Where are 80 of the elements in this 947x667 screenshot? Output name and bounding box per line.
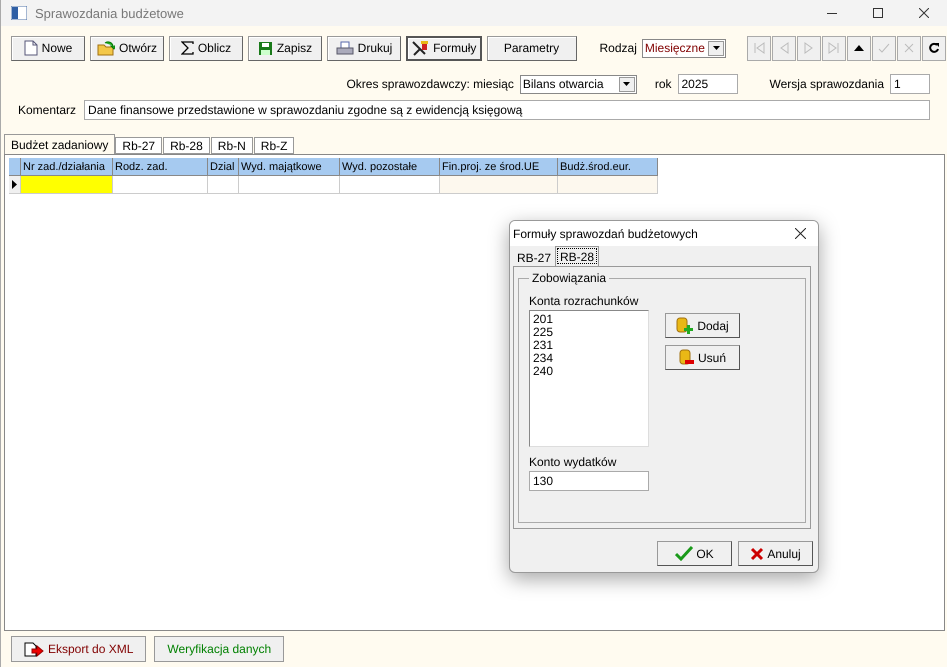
list-item[interactable]: 240: [533, 365, 645, 378]
app-icon: [11, 6, 27, 20]
column-header[interactable]: Budż.środ.eur.: [558, 158, 658, 176]
field-label: rok: [654, 77, 672, 91]
minimize-icon: [827, 12, 837, 14]
tools-icon: [411, 40, 430, 56]
period-dropdown[interactable]: Bilans otwarcia: [520, 74, 637, 94]
database-minus-icon: [678, 349, 695, 366]
document-icon: [24, 40, 38, 56]
footer-button[interactable]: Weryfikacja danych: [154, 636, 284, 662]
column-header[interactable]: Wyd. majątkowe: [239, 158, 340, 176]
field-label: Komentarz: [18, 103, 76, 117]
toolbar-button[interactable]: Parametry: [486, 36, 576, 60]
list-item[interactable]: 225: [533, 326, 645, 339]
expense-account-field[interactable]: 130: [529, 471, 649, 491]
close-icon: [794, 228, 806, 239]
tab[interactable]: RB-28: [555, 246, 600, 266]
checkmark-icon: [878, 42, 890, 54]
list-item[interactable]: 231: [533, 339, 645, 352]
list-item[interactable]: 234: [533, 352, 645, 365]
table-cell[interactable]: [113, 176, 208, 194]
maximize-icon: [873, 8, 883, 18]
footer-button[interactable]: Eksport do XML: [11, 636, 146, 662]
column-header[interactable]: Wyd. pozostałe: [340, 158, 440, 176]
tab[interactable]: Rb-Z: [254, 137, 294, 154]
last-record-icon: [828, 42, 840, 54]
next-record-icon: [803, 42, 815, 54]
column-header[interactable]: Dzial: [208, 158, 239, 176]
sigma-icon: [180, 41, 194, 55]
field-label: Okres sprawozdawczy: miesiąc: [346, 77, 514, 91]
toolbar-button[interactable]: Drukuj: [327, 36, 401, 60]
previous-record-icon: [778, 42, 790, 54]
printer-icon: [336, 40, 354, 56]
table-cell[interactable]: [440, 176, 558, 194]
list-item[interactable]: 201: [533, 313, 645, 326]
version-field[interactable]: 1: [890, 74, 930, 94]
field-label: Konto wydatków: [529, 455, 618, 469]
cross-icon: [903, 42, 915, 54]
table-cell[interactable]: [21, 176, 113, 194]
tab[interactable]: Rb-27: [115, 137, 162, 154]
tab[interactable]: Rb-N: [210, 137, 253, 154]
toolbar-button[interactable]: Otwórz: [90, 36, 164, 60]
row-indicator: [9, 176, 21, 194]
checkmark-icon: [675, 546, 694, 561]
comment-field[interactable]: Dane finansowe przedstawione w sprawozdaniu zgodne są z ewidencją księgową: [84, 100, 930, 120]
table-cell[interactable]: [558, 176, 658, 194]
first-record-icon: [753, 42, 765, 54]
field-label: Wersja sprawozdania: [770, 77, 884, 91]
table-cell[interactable]: [239, 176, 340, 194]
database-plus-icon: [676, 317, 694, 334]
field-label: Rodzaj: [600, 41, 637, 55]
ok-button[interactable]: OK: [657, 541, 732, 566]
column-header[interactable]: Rodz. zad.: [113, 158, 208, 176]
toolbar-button[interactable]: Oblicz: [169, 36, 243, 60]
navigator-button[interactable]: [847, 36, 871, 60]
column-header[interactable]: Nr zad./działania: [21, 158, 113, 176]
type-dropdown[interactable]: Miesięczne: [642, 38, 726, 58]
tab[interactable]: Budżet zadaniowy: [4, 134, 116, 154]
toolbar-button[interactable]: Nowe: [11, 36, 85, 60]
dialog-title: Formuły sprawozdań budżetowych: [513, 226, 698, 240]
refresh-icon: [928, 42, 940, 54]
table-cell[interactable]: [340, 176, 440, 194]
toolbar-button[interactable]: Zapisz: [248, 36, 322, 60]
tab[interactable]: Rb-28: [163, 137, 210, 154]
export-icon: [24, 642, 44, 656]
close-icon: [919, 8, 929, 18]
cancel-button[interactable]: Anuluj: [738, 541, 813, 566]
table-cell[interactable]: [208, 176, 239, 194]
folder-icon: [97, 40, 115, 56]
add-button[interactable]: Dodaj: [665, 313, 740, 338]
toolbar-button[interactable]: Formuły: [406, 36, 482, 60]
column-header[interactable]: Fin.proj. ze środ.UE: [440, 158, 558, 176]
cross-icon: [750, 546, 764, 560]
group-title: Zobowiązania: [531, 271, 608, 285]
navigator-button[interactable]: [922, 36, 946, 60]
remove-button[interactable]: Usuń: [665, 345, 740, 370]
row-indicator-header: [9, 158, 21, 176]
window-title: Sprawozdania budżetowe: [35, 6, 184, 20]
field-label: Konta rozrachunków: [529, 294, 640, 308]
year-field[interactable]: 2025: [678, 74, 738, 94]
